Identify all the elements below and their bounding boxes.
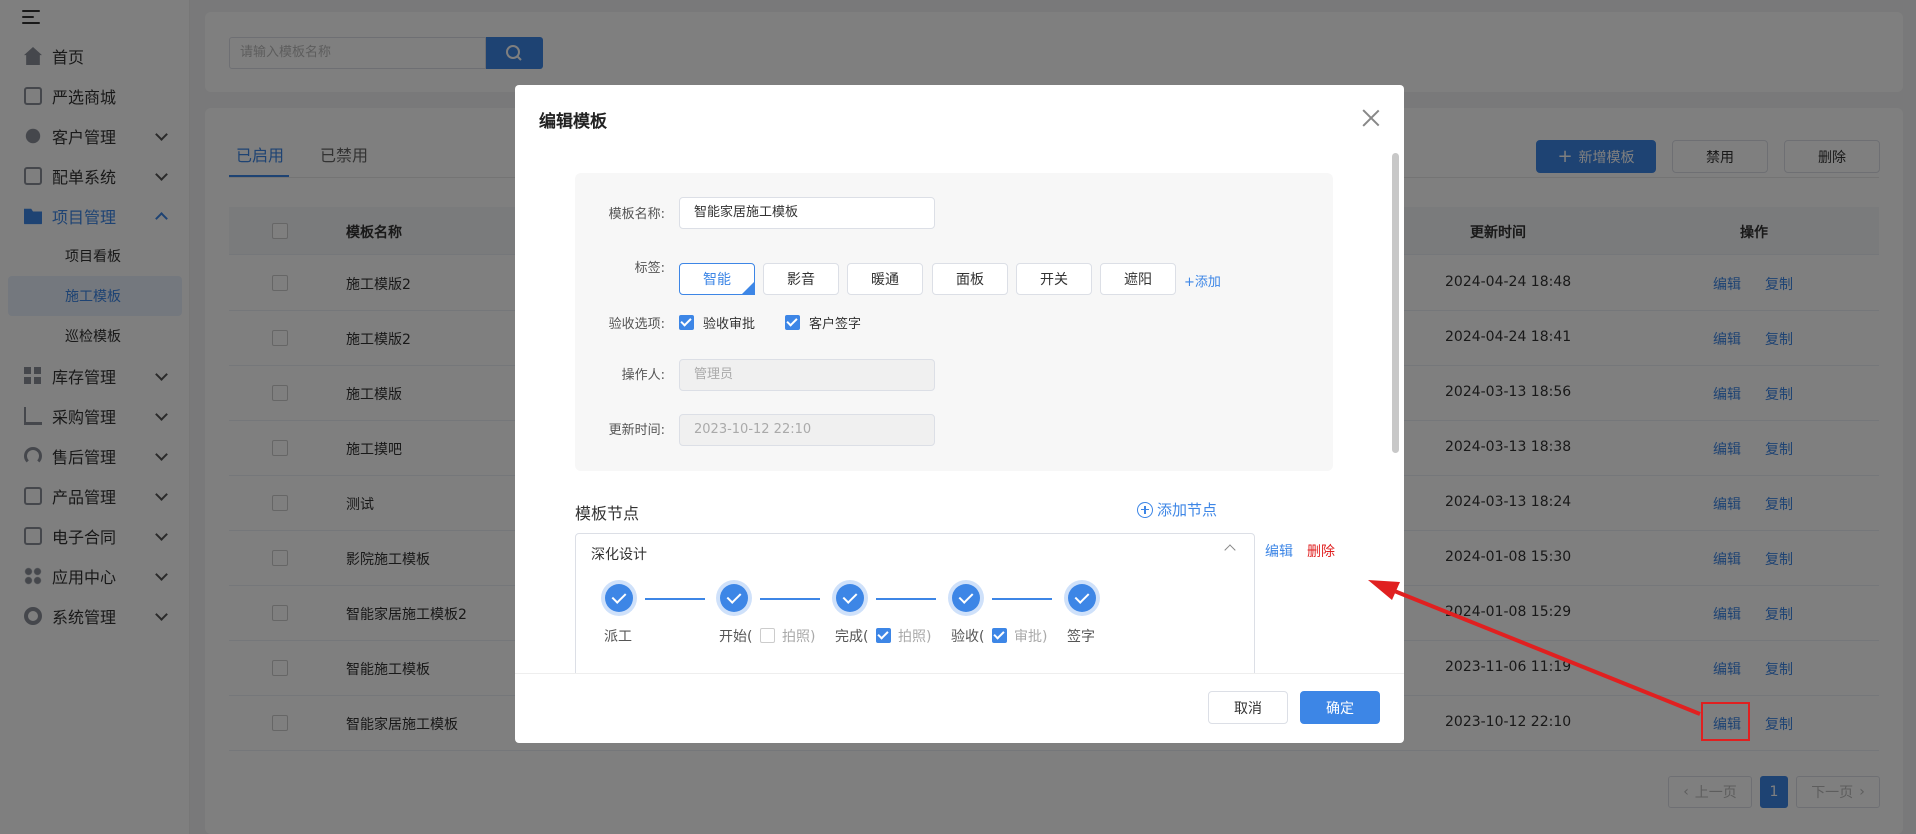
accept-approval-label: 验收审批	[703, 317, 756, 332]
add-node-button[interactable]: 添加节点	[1137, 499, 1217, 520]
step-connector	[645, 598, 705, 600]
update-time-label: 更新时间:	[608, 423, 665, 438]
dialog-scrollbar[interactable]	[1392, 153, 1399, 453]
start-photo-checkbox[interactable]	[760, 628, 775, 643]
operator-label: 操作人:	[621, 368, 665, 383]
tags-label: 标签:	[634, 261, 665, 276]
template-nodes-title: 模板节点	[575, 504, 640, 523]
step-option-label: 拍照)	[898, 629, 932, 645]
accept-options-label: 验收选项:	[608, 317, 665, 332]
edit-template-dialog: 编辑模板 模板名称: 智能家居施工模板 标签: 智能 影音 暖通 面板 开关 遮…	[515, 85, 1404, 743]
confirm-button[interactable]: 确定	[1300, 691, 1380, 724]
step-accept-icon	[952, 584, 980, 612]
step-connector	[876, 598, 936, 600]
step-connector	[760, 598, 820, 600]
close-icon[interactable]	[1362, 109, 1380, 127]
template-name-label: 模板名称:	[608, 207, 665, 222]
dialog-body: 模板名称: 智能家居施工模板 标签: 智能 影音 暖通 面板 开关 遮阳 +添加…	[515, 153, 1404, 673]
step-dispatch-icon	[605, 584, 633, 612]
template-form: 模板名称: 智能家居施工模板 标签: 智能 影音 暖通 面板 开关 遮阳 +添加…	[575, 173, 1333, 471]
dialog-title: 编辑模板	[539, 112, 607, 132]
node-name: 深化设计	[591, 547, 647, 563]
customer-sign-label: 客户签字	[809, 317, 862, 332]
step-connector	[992, 598, 1052, 600]
node-card: 深化设计 派工 开始( 拍照) 完成( 拍照) 验收( 审批) 签字	[575, 533, 1255, 673]
tag-switch[interactable]: 开关	[1016, 263, 1092, 295]
tag-hvac[interactable]: 暖通	[847, 263, 923, 295]
step-label: 开始(	[719, 629, 753, 645]
node-edit-link[interactable]: 编辑	[1265, 541, 1293, 561]
step-start-icon	[720, 584, 748, 612]
selected-corner-icon	[741, 281, 755, 295]
node-delete-link[interactable]: 删除	[1307, 541, 1335, 561]
step-label: 派工	[604, 629, 632, 645]
add-tag-link[interactable]: +添加	[1184, 271, 1221, 290]
step-option-label: 审批)	[1014, 629, 1048, 645]
step-complete-icon	[836, 584, 864, 612]
customer-sign-checkbox[interactable]	[785, 315, 800, 330]
tag-smart[interactable]: 智能	[679, 263, 755, 295]
operator-input: 管理员	[679, 359, 935, 391]
accept-approval-checkbox[interactable]	[679, 315, 694, 330]
tag-label: 智能	[703, 272, 731, 288]
step-label: 完成(	[835, 629, 869, 645]
accept-approval-step-checkbox[interactable]	[992, 628, 1007, 643]
plus-circle-icon	[1137, 501, 1153, 518]
cancel-button[interactable]: 取消	[1208, 691, 1288, 724]
template-name-input[interactable]: 智能家居施工模板	[679, 197, 935, 229]
update-time-input: 2023-10-12 22:10	[679, 414, 935, 446]
tag-av[interactable]: 影音	[763, 263, 839, 295]
step-label: 验收(	[951, 629, 985, 645]
step-option-label: 拍照)	[782, 629, 816, 645]
complete-photo-checkbox[interactable]	[876, 628, 891, 643]
step-label: 签字	[1067, 629, 1095, 645]
add-node-label: 添加节点	[1157, 501, 1218, 519]
tag-panel[interactable]: 面板	[932, 263, 1008, 295]
step-sign-icon	[1068, 584, 1096, 612]
chevron-up-icon[interactable]	[1224, 544, 1236, 556]
highlight-box	[1701, 702, 1750, 741]
tag-shade[interactable]: 遮阳	[1100, 263, 1176, 295]
